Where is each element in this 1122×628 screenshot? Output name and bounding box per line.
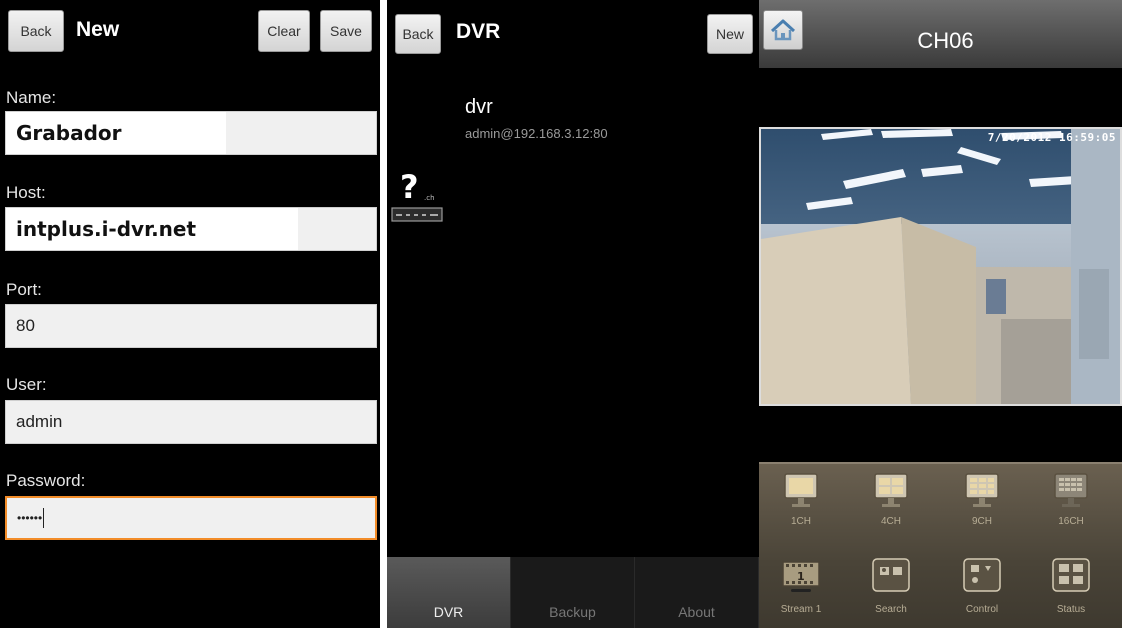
label-4ch: 4CH: [880, 516, 901, 527]
clear-button[interactable]: Clear: [258, 10, 310, 52]
layout-4ch-button[interactable]: 4CH: [851, 472, 931, 527]
port-label: Port:: [6, 280, 42, 299]
svg-text:1: 1: [797, 570, 805, 583]
one-channel-icon: [784, 473, 818, 507]
nine-channel-icon: [965, 473, 999, 507]
back-button[interactable]: Back: [395, 14, 441, 54]
text-caret: [43, 508, 45, 528]
host-value: intplus.i-dvr.net: [16, 217, 197, 241]
dvr-address: admin@192.168.3.12:80: [465, 126, 608, 141]
dvr-list-item[interactable]: ? .ch dvr admin@192.168.3.12:80: [387, 80, 759, 222]
port-value: 80: [16, 316, 35, 335]
screen-title: New: [76, 18, 120, 41]
svg-text:.ch: .ch: [424, 194, 435, 202]
name-field[interactable]: Grabador: [5, 111, 377, 155]
name-value: Grabador: [16, 121, 122, 145]
status-button[interactable]: Status: [1031, 556, 1111, 615]
user-value: admin: [16, 412, 63, 431]
port-field[interactable]: 80: [5, 304, 377, 348]
label-control: Control: [965, 604, 999, 615]
channel-title: CH06: [917, 28, 974, 53]
camera-feed[interactable]: 7/20/2012 16:59:05: [759, 127, 1122, 406]
control-panel: 1CH 4CH 9CH 16CH 1 Stream 1 Search Contr…: [759, 462, 1122, 628]
save-button[interactable]: Save: [320, 10, 372, 52]
status-icon: [1052, 558, 1090, 592]
bottom-tab-bar: DVR Backup About: [387, 557, 759, 628]
label-9ch: 9CH: [971, 516, 992, 527]
password-label: Password:: [6, 471, 86, 490]
layout-9ch-button[interactable]: 9CH: [942, 472, 1022, 527]
password-value: ••••••: [17, 511, 43, 525]
layout-16ch-button[interactable]: 16CH: [1031, 472, 1111, 527]
search-icon: [872, 558, 910, 592]
label-status: Status: [1056, 604, 1086, 615]
host-label: Host:: [6, 183, 46, 202]
dvr-name: dvr: [465, 96, 493, 118]
four-channel-icon: [874, 473, 908, 507]
live-view-screen: CH06 7/20/2012 16:59:05 1CH 4CH 9CH 16CH…: [759, 0, 1122, 628]
tab-about[interactable]: About: [635, 557, 759, 628]
new-dvr-screen: Back New Clear Save Name: Grabador Host:…: [0, 0, 380, 628]
label-16ch: 16CH: [1058, 516, 1084, 527]
label-stream: Stream 1: [780, 604, 822, 615]
search-button[interactable]: Search: [851, 556, 931, 615]
name-label: Name:: [6, 88, 57, 107]
new-button[interactable]: New: [707, 14, 753, 54]
user-field[interactable]: admin: [5, 400, 377, 444]
tab-dvr[interactable]: DVR: [387, 557, 511, 628]
timestamp-overlay: 7/20/2012 16:59:05: [987, 131, 1116, 144]
label-1ch: 1CH: [790, 516, 811, 527]
header-bar: CH06: [759, 0, 1122, 68]
stream-button[interactable]: 1 Stream 1: [761, 556, 841, 615]
user-label: User:: [6, 375, 47, 394]
layout-1ch-button[interactable]: 1CH: [761, 472, 841, 527]
sixteen-channel-icon: [1054, 473, 1088, 507]
control-button[interactable]: Control: [942, 556, 1022, 615]
screen-title: DVR: [456, 20, 501, 43]
host-field[interactable]: intplus.i-dvr.net: [5, 207, 377, 251]
back-button[interactable]: Back: [8, 10, 64, 52]
label-search: Search: [875, 604, 907, 615]
film-stream-icon: 1: [782, 561, 820, 592]
dvr-list-screen: Back DVR New ? .ch dvr admin@192.168.3.1…: [387, 0, 759, 628]
password-field[interactable]: ••••••: [5, 496, 377, 540]
camera-image: [761, 129, 1120, 404]
tab-backup[interactable]: Backup: [511, 557, 635, 628]
dvr-unknown-icon: ? .ch: [391, 168, 443, 222]
control-icon: [963, 558, 1001, 592]
svg-text:?: ?: [400, 168, 419, 206]
